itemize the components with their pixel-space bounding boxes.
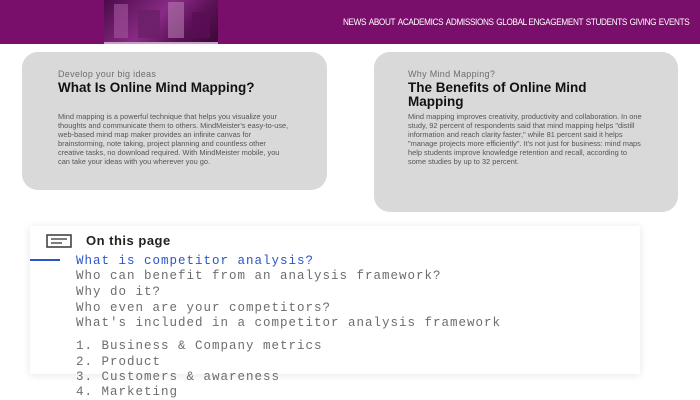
info-card-what-is: Develop your big ideas What Is Online Mi…: [22, 52, 327, 190]
nav-link-admissions[interactable]: ADMISSIONS: [446, 17, 494, 28]
nav-link-events[interactable]: EVENTS: [659, 17, 690, 28]
toc-item[interactable]: Who can benefit from an analysis framewo…: [76, 268, 442, 284]
nav-link-about[interactable]: ABOUT: [369, 17, 396, 28]
nav-link-academics[interactable]: ACADEMICS: [398, 17, 444, 28]
list-icon: [46, 233, 72, 248]
card-kicker: Why Mind Mapping?: [408, 69, 496, 79]
toc-active-indicator: [30, 259, 60, 261]
info-card-benefits: Why Mind Mapping? The Benefits of Online…: [374, 52, 678, 212]
toc-item[interactable]: What's included in a competitor analysis…: [76, 317, 546, 330]
card-kicker: Develop your big ideas: [58, 69, 157, 79]
nav-link-news[interactable]: NEWS: [343, 17, 366, 28]
nav-link-global-engagement[interactable]: GLOBAL ENGAGEMENT: [496, 17, 583, 28]
card-body: Mind mapping improves creativity, produc…: [408, 112, 642, 166]
card-body: Mind mapping is a powerful technique tha…: [58, 112, 289, 166]
main-nav: NEWS ABOUT ACADEMICS ADMISSIONS GLOBAL E…: [343, 14, 690, 30]
toc-item[interactable]: 1. Business & Company metrics: [76, 338, 323, 354]
toc-item[interactable]: Who even are your competitors?: [76, 300, 331, 316]
card-heading: What Is Online Mind Mapping?: [58, 80, 255, 95]
nav-link-students[interactable]: STUDENTS: [586, 17, 628, 28]
toc-item[interactable]: 3. Customers & awareness: [76, 369, 280, 385]
toc-item[interactable]: What is competitor analysis?: [76, 253, 314, 269]
toc-item[interactable]: Why do it?: [76, 284, 161, 300]
card-heading: The Benefits of Online Mind Mapping: [408, 80, 587, 109]
nav-link-giving[interactable]: GIVING: [630, 17, 657, 28]
toc-header: On this page: [46, 233, 171, 248]
header-photo: [104, 0, 218, 44]
toc-item[interactable]: 4. Marketing: [76, 384, 178, 400]
toc-item[interactable]: 2. Product: [76, 354, 161, 370]
toc-title: On this page: [86, 233, 171, 248]
site-header: NEWS ABOUT ACADEMICS ADMISSIONS GLOBAL E…: [0, 0, 700, 44]
